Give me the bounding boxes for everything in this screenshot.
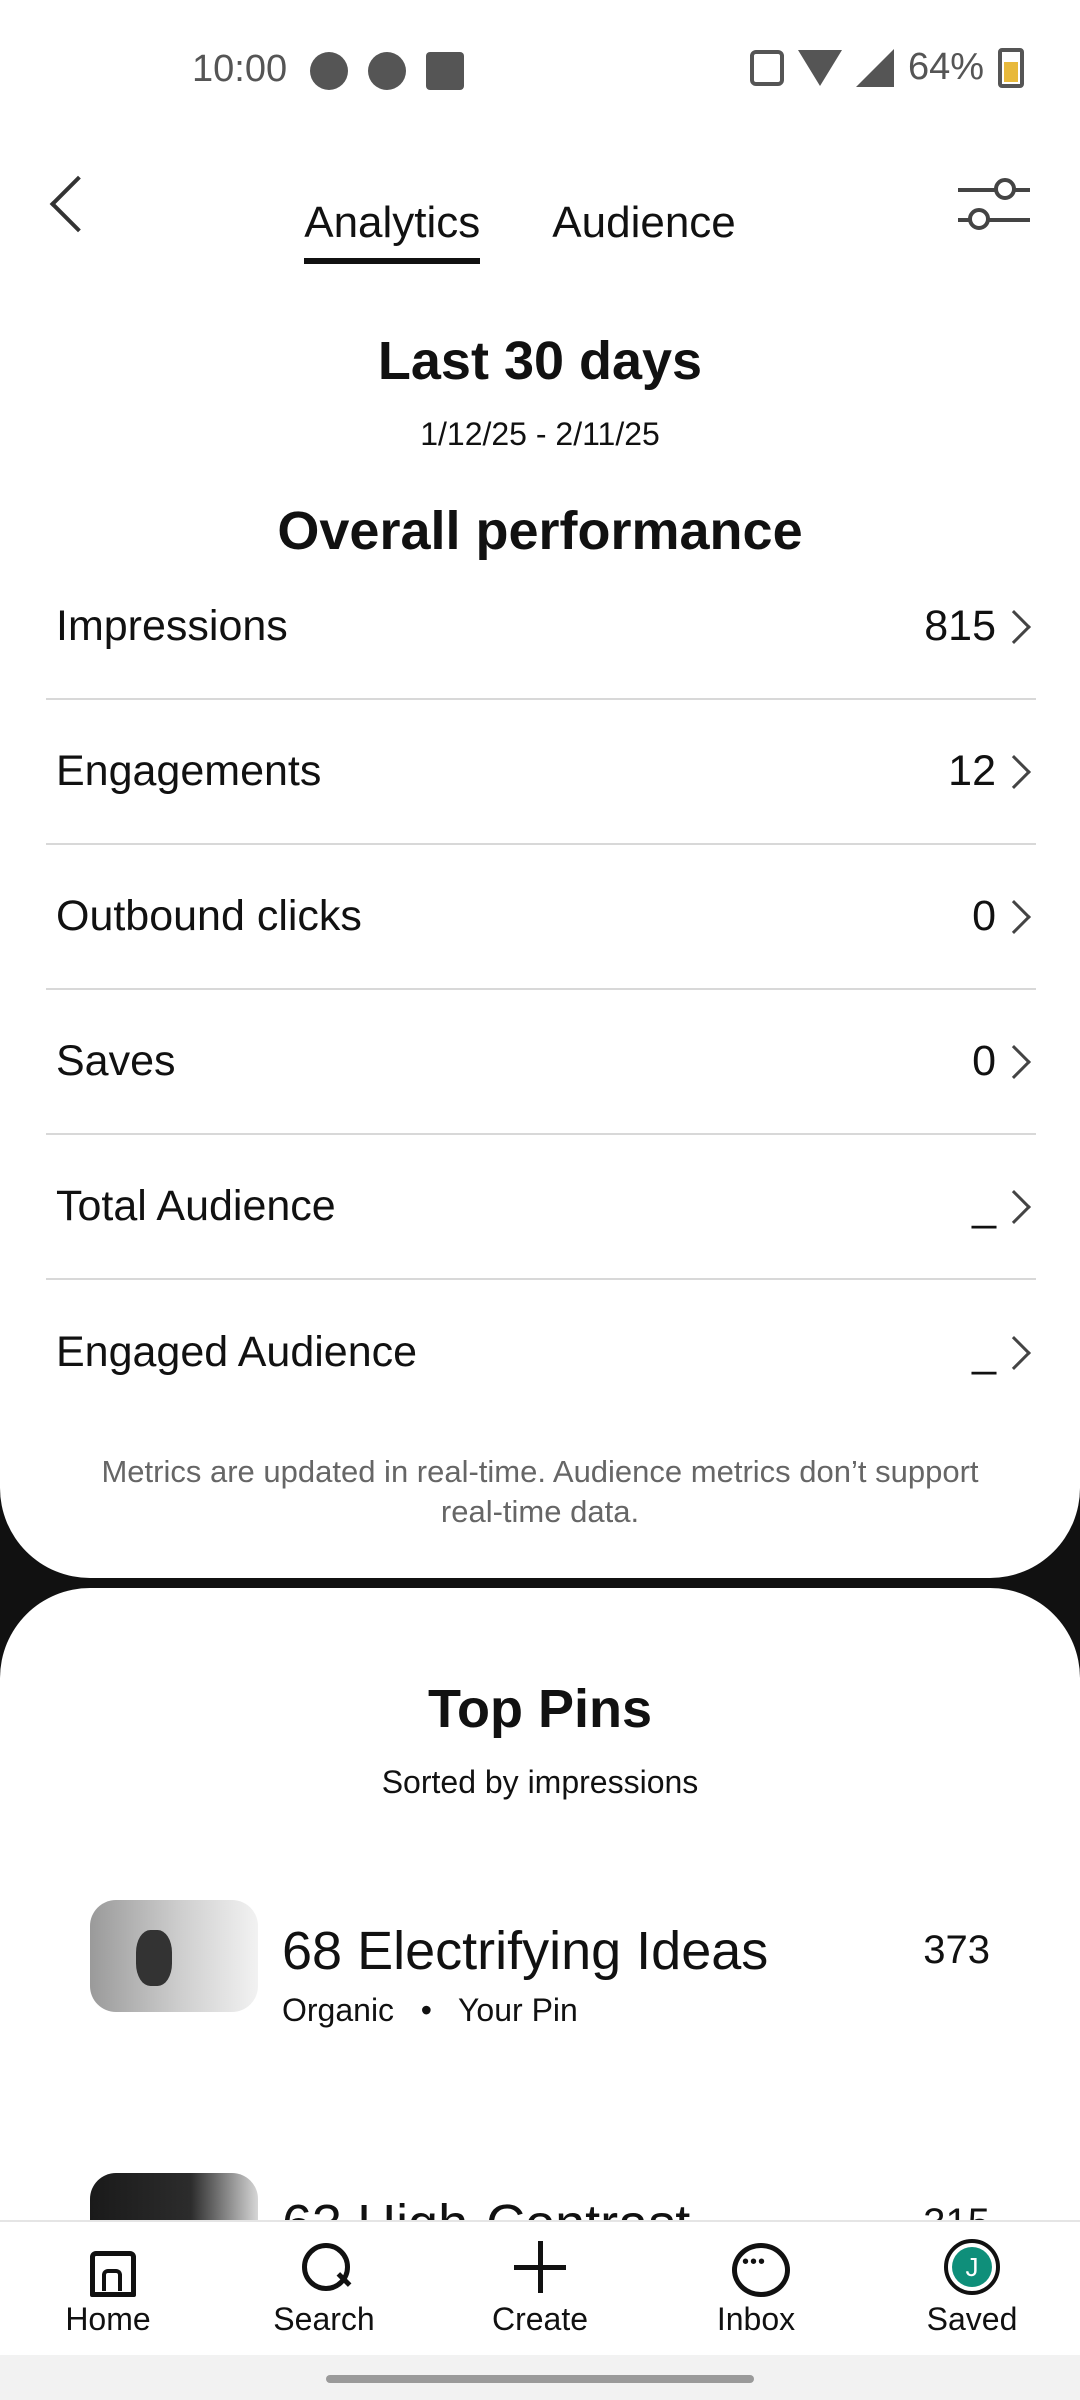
battery-percent: 64% <box>907 46 984 88</box>
pin-title: 68 Electrifying Ideas <box>282 1921 769 1981</box>
system-icons: 64% <box>749 46 1024 89</box>
metrics-list: Impressions 815 Engagements 12 Outbound … <box>46 602 1036 1425</box>
wifi-icon <box>797 49 842 86</box>
chevron-right-icon <box>997 1335 1031 1370</box>
pin-owner: Your Pin <box>458 1992 578 2028</box>
metric-value: 815 <box>924 602 996 650</box>
tab-bar: Analytics Audience <box>0 198 1060 264</box>
top-pins-subtitle: Sorted by impressions <box>381 1764 699 1800</box>
status-time: 10:00 <box>192 48 288 90</box>
nav-create[interactable]: Create <box>460 2239 620 2338</box>
pin-thumbnail <box>90 1900 258 2012</box>
avatar: J <box>952 2247 992 2287</box>
home-icon <box>80 2239 136 2297</box>
nav-inbox[interactable]: Inbox <box>676 2239 836 2338</box>
metric-value: 0 <box>972 892 996 940</box>
metric-row-engaged-audience[interactable]: Engaged Audience _ <box>46 1280 1036 1425</box>
vibrate-icon <box>749 49 784 86</box>
chevron-right-icon <box>997 754 1031 789</box>
top-pins-card: Top Pins Sorted by impressions 68 Electr… <box>0 1588 1080 2288</box>
metric-row-engagements[interactable]: Engagements 12 <box>46 700 1036 845</box>
top-pins-title: Top Pins <box>428 1679 652 1739</box>
pin-row[interactable]: 68 Electrifying Ideas Organic • Your Pin… <box>90 1900 990 2028</box>
tab-analytics[interactable]: Analytics <box>304 198 481 264</box>
metric-row-outbound-clicks[interactable]: Outbound clicks 0 <box>46 845 1036 990</box>
metric-label: Saves <box>56 1037 176 1085</box>
messenger-icon <box>310 52 348 90</box>
dot-separator: • <box>402 1992 450 2028</box>
metric-label: Impressions <box>56 602 288 650</box>
overall-performance-title: Overall performance <box>277 501 803 561</box>
metric-value: _ <box>972 1182 996 1230</box>
image-icon <box>426 52 464 90</box>
nav-label: Home <box>65 2301 151 2337</box>
metric-value: _ <box>972 1328 996 1376</box>
pin-meta: Organic • Your Pin <box>282 1992 578 2029</box>
gesture-bar[interactable] <box>0 2355 1080 2400</box>
chevron-right-icon <box>997 1044 1031 1079</box>
pin-impressions: 373 <box>923 1928 990 1972</box>
metric-label: Engagements <box>56 747 322 795</box>
metric-row-saves[interactable]: Saves 0 <box>46 990 1036 1135</box>
battery-icon <box>998 47 1024 88</box>
period-title: Last 30 days <box>377 331 703 391</box>
search-icon <box>296 2239 352 2295</box>
nav-label: Search <box>273 2301 375 2337</box>
notification-icons <box>310 52 464 90</box>
plus-icon <box>512 2239 568 2295</box>
nav-home[interactable]: Home <box>28 2239 188 2338</box>
avatar-icon: J <box>944 2239 1000 2295</box>
metrics-footnote: Metrics are updated in real-time. Audien… <box>101 1454 979 1529</box>
tab-audience[interactable]: Audience <box>552 198 735 264</box>
metric-row-total-audience[interactable]: Total Audience _ <box>46 1135 1036 1280</box>
nav-label: Saved <box>926 2301 1018 2337</box>
inbox-icon <box>728 2239 790 2297</box>
metric-row-impressions[interactable]: Impressions 815 <box>46 555 1036 700</box>
bottom-nav: Home Search Create Inbox J Saved <box>0 2220 1080 2355</box>
metric-label: Outbound clicks <box>56 892 362 940</box>
period-range: 1/12/25 - 2/11/25 <box>420 416 660 452</box>
vpn-icon <box>368 52 406 90</box>
signal-icon <box>855 48 894 87</box>
metric-label: Total Audience <box>56 1182 336 1230</box>
metric-value: 0 <box>972 1037 996 1085</box>
status-bar: 10:00 64% <box>0 0 1080 140</box>
pin-source: Organic <box>282 1992 395 2028</box>
chevron-right-icon <box>997 899 1031 934</box>
analytics-card: Analytics Audience Last 30 days 1/12/25 … <box>0 140 1080 1578</box>
metric-label: Engaged Audience <box>56 1328 418 1376</box>
nav-search[interactable]: Search <box>244 2239 404 2338</box>
chevron-right-icon <box>997 1189 1031 1224</box>
metric-value: 12 <box>948 747 996 795</box>
nav-label: Create <box>491 2301 589 2337</box>
filter-button[interactable] <box>958 174 1030 234</box>
nav-label: Inbox <box>716 2301 796 2337</box>
chevron-right-icon <box>997 609 1031 644</box>
nav-saved[interactable]: J Saved <box>892 2239 1052 2338</box>
